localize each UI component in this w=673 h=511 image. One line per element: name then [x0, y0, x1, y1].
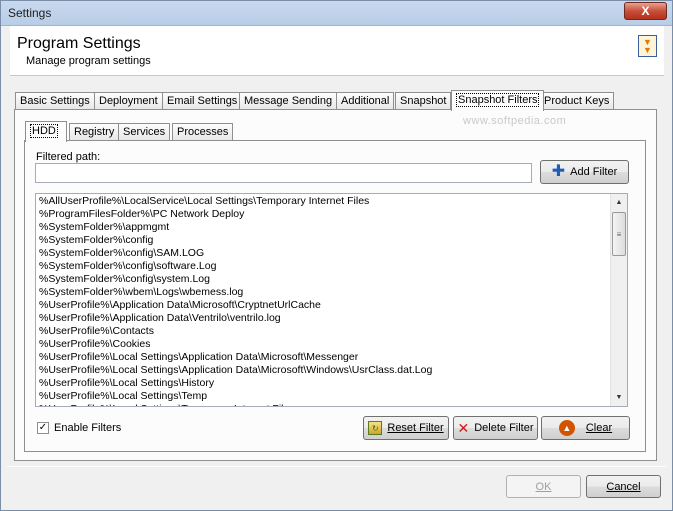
- watermark: www.softpedia.com: [463, 115, 567, 127]
- list-item[interactable]: %AllUserProfile%\LocalService\Local Sett…: [39, 195, 609, 208]
- list-item[interactable]: %UserProfile%\Local Settings\Temp: [39, 390, 609, 403]
- reset-filter-button[interactable]: ↻ Reset Filter: [363, 416, 449, 440]
- list-item[interactable]: %UserProfile%\Cookies: [39, 338, 609, 351]
- close-icon: X: [641, 4, 650, 18]
- tab-processes[interactable]: Processes: [172, 123, 234, 141]
- add-filter-label: Add Filter: [570, 166, 618, 178]
- filtered-path-label: Filtered path:: [36, 151, 101, 163]
- list-item[interactable]: %UserProfile%\Application Data\Ventrilo\…: [39, 312, 609, 325]
- tab-deployment[interactable]: Deployment: [94, 92, 163, 110]
- outer-tab-strip: Basic Settings Deployment Email Settings…: [15, 90, 655, 111]
- list-item[interactable]: %SystemFolder%\wbem\Logs\wbemess.log: [39, 286, 609, 299]
- settings-window: Settings X Program Settings Manage progr…: [0, 0, 673, 511]
- tab-services[interactable]: Services: [118, 123, 171, 141]
- clear-label: Clear: [585, 422, 613, 434]
- clear-icon: ▲: [558, 420, 575, 436]
- reset-icon: ↻: [368, 421, 383, 435]
- clear-button[interactable]: ▲ Clear: [541, 416, 630, 440]
- ok-label: OK: [535, 480, 552, 493]
- scroll-up-icon[interactable]: ▲: [611, 194, 627, 211]
- page-title: Program Settings: [17, 35, 141, 52]
- list-item[interactable]: %UserProfile%\Local Settings\Application…: [39, 364, 609, 377]
- delete-filter-button[interactable]: ✕ Delete Filter: [453, 416, 538, 440]
- scroll-thumb[interactable]: ≡: [612, 212, 626, 256]
- tab-basic-settings[interactable]: Basic Settings: [15, 92, 95, 110]
- list-item[interactable]: %SystemFolder%\config\software.Log: [39, 260, 609, 273]
- scroll-down-icon[interactable]: ▼: [611, 389, 627, 406]
- enable-filters-checkbox[interactable]: ✓: [37, 422, 49, 434]
- filter-list[interactable]: %AllUserProfile%\LocalService\Local Sett…: [35, 193, 628, 407]
- page-subtitle: Manage program settings: [26, 55, 151, 67]
- arrows-down-icon[interactable]: ▼ ▼: [638, 35, 657, 57]
- enable-filters-label: Enable Filters: [54, 422, 122, 434]
- divider: [7, 466, 666, 467]
- tab-message-sending[interactable]: Message Sending: [239, 92, 338, 110]
- tab-snapshot[interactable]: Snapshot: [395, 92, 452, 110]
- filtered-path-input[interactable]: [35, 163, 532, 183]
- list-item[interactable]: %SystemFolder%\config\SAM.LOG: [39, 247, 609, 260]
- header-banner: Program Settings Manage program settings…: [10, 26, 664, 76]
- inner-tab-strip: HDD Registry Services Processes: [25, 121, 325, 142]
- window-title: Settings: [8, 6, 52, 20]
- delete-icon: ✕: [457, 420, 470, 436]
- tab-hdd[interactable]: HDD: [25, 121, 67, 142]
- list-item[interactable]: %UserProfile%\Local Settings\Application…: [39, 351, 609, 364]
- tab-snapshot-filters[interactable]: Snapshot Filters: [451, 90, 545, 111]
- list-item[interactable]: %UserProfile%\Application Data\Microsoft…: [39, 299, 609, 312]
- list-item[interactable]: %UserProfile%\Local Settings\Temporary I…: [39, 403, 609, 406]
- tab-additional[interactable]: Additional: [336, 92, 395, 110]
- tab-product-keys[interactable]: Product Keys: [539, 92, 615, 110]
- delete-filter-label: Delete Filter: [474, 422, 534, 434]
- cancel-label: Cancel: [606, 480, 641, 493]
- title-bar[interactable]: Settings X: [1, 1, 672, 26]
- tab-email-settings[interactable]: Email Settings: [162, 92, 243, 110]
- close-button[interactable]: X: [624, 2, 667, 20]
- filter-list-items: %AllUserProfile%\LocalService\Local Sett…: [39, 195, 609, 406]
- reset-filter-label: Reset Filter: [387, 422, 444, 434]
- ok-button[interactable]: OK: [506, 475, 581, 498]
- tab-registry[interactable]: Registry: [69, 123, 120, 141]
- list-item[interactable]: %SystemFolder%\config\system.Log: [39, 273, 609, 286]
- list-item[interactable]: %SystemFolder%\appmgmt: [39, 221, 609, 234]
- add-filter-button[interactable]: ✚ Add Filter: [540, 160, 629, 184]
- list-item[interactable]: %UserProfile%\Local Settings\History: [39, 377, 609, 390]
- plus-icon: ✚: [551, 163, 566, 180]
- list-item[interactable]: %SystemFolder%\config: [39, 234, 609, 247]
- list-item[interactable]: %UserProfile%\Contacts: [39, 325, 609, 338]
- vertical-scrollbar[interactable]: ▲ ≡ ▼: [610, 194, 627, 406]
- cancel-button[interactable]: Cancel: [586, 475, 661, 498]
- list-item[interactable]: %ProgramFilesFolder%\PC Network Deploy: [39, 208, 609, 221]
